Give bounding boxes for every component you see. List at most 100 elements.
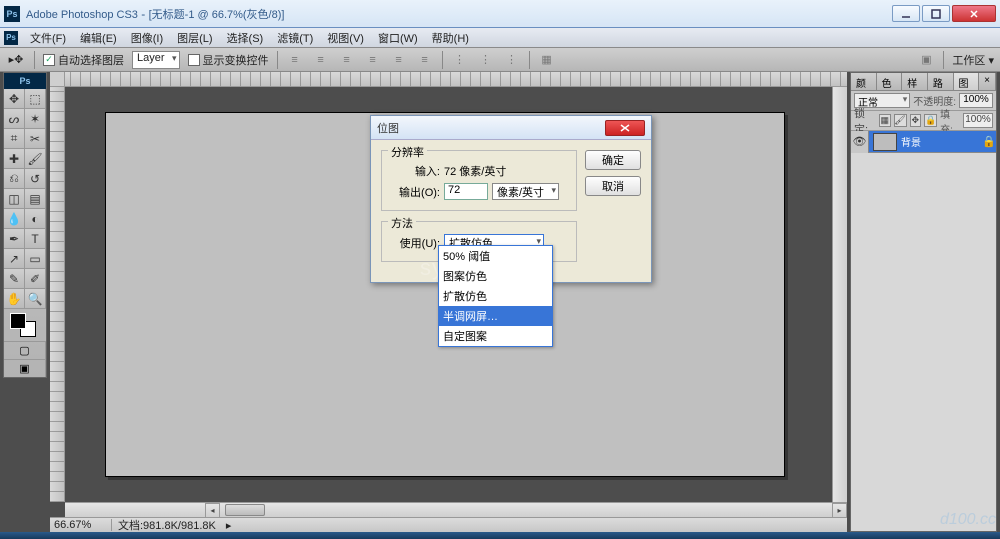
menu-window[interactable]: 窗口(W) [372,28,424,48]
heal-tool[interactable]: ✚ [4,149,25,169]
workspace-dropdown[interactable]: 工作区 ▾ [952,52,994,68]
color-swatches[interactable] [4,309,46,341]
menu-image[interactable]: 图像(I) [125,28,169,48]
eraser-tool[interactable]: ◫ [4,189,25,209]
scroll-left-icon[interactable]: ◂ [205,503,220,518]
menu-filter[interactable]: 滤镜(T) [271,28,319,48]
distribute-icon[interactable]: ⋮ [477,51,495,69]
tab-paths[interactable]: 路径 [928,73,954,90]
dialog-close-button[interactable] [605,120,645,136]
show-transform-checkbox[interactable]: 显示变换控件 [188,52,269,68]
resolution-legend: 分辨率 [388,144,427,160]
marquee-tool[interactable]: ⬚ [25,89,46,109]
photoshop-icon: Ps [4,6,20,22]
distribute-icon[interactable]: ⋮ [503,51,521,69]
taskbar [0,532,1000,539]
tab-swatches[interactable]: 色板 [877,73,903,90]
ok-button[interactable]: 确定 [585,150,641,170]
lock-move-icon[interactable]: ✥ [910,114,922,127]
output-unit-select[interactable]: 像素/英寸 [492,183,559,200]
quick-mask-toggle[interactable]: ▢ [4,341,46,359]
opacity-input[interactable]: 100% [959,93,993,108]
align-icon[interactable]: ≡ [312,51,330,69]
dropdown-option[interactable]: 自定图案 [439,326,552,346]
eyedropper-tool[interactable]: ✐ [25,269,46,289]
arrange-icon[interactable]: ▦ [538,51,556,69]
dropdown-option[interactable]: 扩散仿色 [439,286,552,306]
lock-paint-icon[interactable]: 🖌 [894,114,907,127]
screen-mode-toggle[interactable]: ▣ [4,359,46,377]
scrollbar-horizontal[interactable]: ◂ ▸ [65,502,847,517]
scrollbar-vertical[interactable] [832,87,847,502]
lock-all-icon[interactable]: 🔒 [924,114,937,127]
align-icon[interactable]: ≡ [390,51,408,69]
move-tool-icon[interactable]: ▸✥ [6,52,26,68]
dropdown-option[interactable]: 图案仿色 [439,266,552,286]
slice-tool[interactable]: ✂ [25,129,46,149]
minimize-button[interactable] [892,5,920,22]
dodge-tool[interactable]: ◐ [25,209,46,229]
fill-input[interactable]: 100% [963,113,993,128]
menu-edit[interactable]: 编辑(E) [74,28,123,48]
tab-close-icon[interactable]: × [979,73,996,90]
use-method-dropdown[interactable]: 50% 阈值 图案仿色 扩散仿色 半调网屏… 自定图案 [438,245,553,347]
tab-styles[interactable]: 样式 [902,73,928,90]
auto-select-target[interactable]: Layer [132,51,180,69]
output-input[interactable]: 72 [444,183,488,200]
align-icon[interactable]: ≡ [416,51,434,69]
auto-select-checkbox[interactable]: ✓自动选择图层 [43,52,124,68]
lasso-tool[interactable]: ᔕ [4,109,25,129]
scroll-right-icon[interactable]: ▸ [832,503,847,518]
visibility-icon[interactable]: 👁 [851,131,869,153]
close-button[interactable] [952,5,996,22]
window-title: Adobe Photoshop CS3 - [无标题-1 @ 66.7%(灰色/… [26,6,892,22]
zoom-level[interactable]: 66.67% [50,519,112,531]
history-tool[interactable]: ↺ [25,169,46,189]
cancel-button[interactable]: 取消 [585,176,641,196]
dropdown-option[interactable]: 半调网屏… [439,306,552,326]
layers-list: 👁 背景 🔒 [851,131,996,531]
distribute-icon[interactable]: ⋮ [451,51,469,69]
layer-thumb[interactable] [873,133,897,151]
menu-file[interactable]: 文件(F) [24,28,72,48]
wand-tool[interactable]: ✶ [25,109,46,129]
tab-color[interactable]: 颜色 [851,73,877,90]
layer-name[interactable]: 背景 [901,134,982,149]
layer-row[interactable]: 👁 背景 🔒 [851,131,996,153]
blend-mode-select[interactable]: 正常 [854,93,910,108]
type-tool[interactable]: T [25,229,46,249]
blur-tool[interactable]: 💧 [4,209,25,229]
notes-tool[interactable]: ✎ [4,269,25,289]
pen-tool[interactable]: ✒ [4,229,25,249]
dropdown-option[interactable]: 50% 阈值 [439,246,552,266]
shape-tool[interactable]: ▭ [25,249,46,269]
gradient-tool[interactable]: ▤ [25,189,46,209]
tab-layers[interactable]: 图层 [954,73,980,90]
stamp-tool[interactable]: ⎌ [4,169,25,189]
lock-icon: 🔒 [982,135,996,148]
ruler-horizontal[interactable] [50,72,847,87]
align-icon[interactable]: ≡ [286,51,304,69]
align-icon[interactable]: ≡ [364,51,382,69]
maximize-button[interactable] [922,5,950,22]
file-size[interactable]: 文档:981.8K/981.8K [112,517,222,533]
go-bridge-icon[interactable]: ▣ [917,51,935,69]
method-legend: 方法 [388,215,416,231]
options-bar: ▸✥ ✓自动选择图层 Layer 显示变换控件 ≡ ≡ ≡ ≡ ≡ ≡ ⋮ ⋮ … [0,48,1000,72]
hand-tool[interactable]: ✋ [4,289,25,309]
brush-tool[interactable]: 🖌 [25,149,46,169]
move-tool[interactable]: ✥ [4,89,25,109]
menu-view[interactable]: 视图(V) [321,28,370,48]
align-icon[interactable]: ≡ [338,51,356,69]
dialog-titlebar[interactable]: 位图 [371,116,651,140]
zoom-tool[interactable]: 🔍 [25,289,46,309]
scroll-thumb[interactable] [225,504,265,516]
lock-transparent-icon[interactable]: ▦ [879,114,891,127]
path-tool[interactable]: ↗ [4,249,25,269]
ruler-vertical[interactable] [50,87,65,502]
crop-tool[interactable]: ⌗ [4,129,25,149]
menu-help[interactable]: 帮助(H) [426,28,475,48]
menu-layer[interactable]: 图层(L) [171,28,218,48]
resolution-group: 分辨率 输入: 72 像素/英寸 输出(O): 72 像素/英寸 [381,150,577,211]
menu-select[interactable]: 选择(S) [221,28,270,48]
